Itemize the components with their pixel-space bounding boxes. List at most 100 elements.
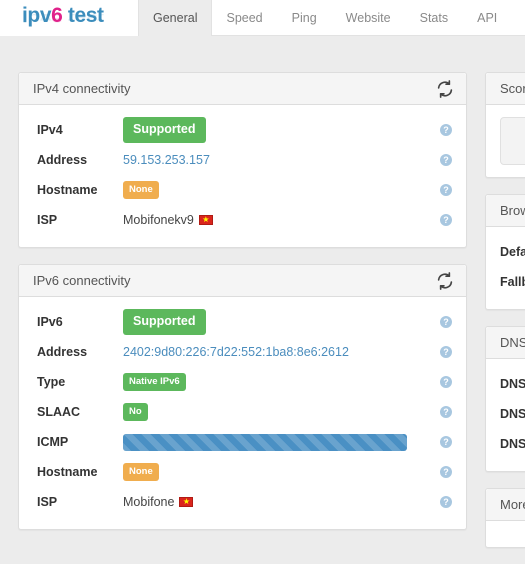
row-value: Mobifonekv9 <box>123 213 452 227</box>
tab-speed[interactable]: Speed <box>212 0 277 36</box>
browser-panel-header: Browser <box>486 195 525 227</box>
page-content: IPv4 connectivity IPv4 Supported ? Addre… <box>0 36 525 548</box>
row-label: Address <box>37 345 88 359</box>
vietnam-flag-icon <box>179 497 194 507</box>
refresh-icon[interactable] <box>436 272 454 290</box>
row-value <box>123 433 452 451</box>
row-label: Address <box>37 153 88 167</box>
score-panel: Score <box>485 72 525 178</box>
browser-panel: Browser Default Fallback <box>485 194 525 310</box>
row-dns-2: DNS <box>500 407 525 421</box>
row-ipv4-address: Address 59.153.253.157 ? <box>19 145 466 175</box>
row-value: No <box>123 403 452 421</box>
top-navbar: ipv6 test ipv6 test General Speed Ping W… <box>0 0 525 36</box>
more-panel: More <box>485 488 525 548</box>
score-panel-header: Score <box>486 73 525 105</box>
row-ipv6-slaac: SLAAC No ? <box>19 397 466 427</box>
browser-panel-body: Default Fallback <box>486 227 525 309</box>
logo-suffix: test <box>62 4 104 27</box>
score-panel-title: Score <box>500 81 525 96</box>
status-badge: Supported <box>123 309 206 335</box>
hostname-badge: None <box>123 463 159 481</box>
row-browser-fallback: Fallback <box>500 275 525 289</box>
ipv4-panel-header: IPv4 connectivity <box>19 73 466 105</box>
tab-api[interactable]: API <box>463 0 512 36</box>
ipv6-connectivity-panel: IPv6 connectivity IPv6 Supported ? Addre… <box>18 264 467 530</box>
ipv6-address-link[interactable]: 2402:9d80:226:7d22:552:1ba8:8e6:2612 <box>123 345 349 359</box>
status-badge: Supported <box>123 117 206 143</box>
row-value: 59.153.253.157 <box>123 153 452 167</box>
ipv4-panel-body: IPv4 Supported ? Address 59.153.253.157 … <box>19 105 466 247</box>
row-ipv6-status: IPv6 Supported ? <box>19 307 466 337</box>
help-icon[interactable]: ? <box>440 184 452 196</box>
row-value: Native IPv6 <box>123 373 452 391</box>
help-icon[interactable]: ? <box>440 466 452 478</box>
row-value: Supported <box>123 309 452 335</box>
row-ipv4-isp: ISP Mobifonekv9 ? <box>19 205 466 235</box>
row-value: Mobifone <box>123 495 452 509</box>
logo-text: ipv6 test <box>22 4 104 28</box>
help-icon[interactable]: ? <box>440 376 452 388</box>
browser-panel-title: Browser <box>500 203 525 218</box>
logo-prefix: ipv <box>22 4 52 27</box>
row-label: IPv6 <box>37 315 63 329</box>
row-value: None <box>123 463 452 481</box>
row-label: ISP <box>37 495 58 509</box>
help-icon[interactable]: ? <box>440 496 452 508</box>
help-icon[interactable]: ? <box>440 346 452 358</box>
row-label: Hostname <box>37 183 98 197</box>
row-label: ISP <box>37 213 58 227</box>
row-dns-1: DNS <box>500 377 525 391</box>
ipv4-connectivity-panel: IPv4 connectivity IPv4 Supported ? Addre… <box>18 72 467 248</box>
help-icon[interactable]: ? <box>440 316 452 328</box>
dns-panel-body: DNS DNS DNS <box>486 359 525 471</box>
logo-six: 6 <box>51 4 63 27</box>
icmp-progress-bar <box>123 433 407 451</box>
row-label: Type <box>37 375 66 389</box>
dns-panel-title: DNS <box>500 335 525 350</box>
row-ipv6-icmp: ICMP ? <box>19 427 466 457</box>
tab-general[interactable]: General <box>138 0 213 36</box>
isp-name: Mobifone <box>123 495 175 509</box>
row-ipv6-isp: ISP Mobifone ? <box>19 487 466 517</box>
vietnam-flag-icon <box>198 215 213 225</box>
ipv6-panel-title: IPv6 connectivity <box>33 273 131 288</box>
hostname-badge: None <box>123 181 159 199</box>
row-label: IPv4 <box>37 123 63 137</box>
nav-tabs: General Speed Ping Website Stats API <box>138 0 512 36</box>
tab-stats[interactable]: Stats <box>406 0 464 36</box>
help-icon[interactable]: ? <box>440 124 452 136</box>
row-browser-default: Default <box>500 245 525 259</box>
more-panel-title: More <box>500 497 525 512</box>
main-column: IPv4 connectivity IPv4 Supported ? Addre… <box>18 72 467 546</box>
tab-ping[interactable]: Ping <box>278 0 332 36</box>
dns-panel-header: DNS <box>486 327 525 359</box>
row-label: ICMP <box>37 435 69 449</box>
tab-website[interactable]: Website <box>332 0 406 36</box>
score-placeholder <box>500 117 525 165</box>
row-ipv4-hostname: Hostname None ? <box>19 175 466 205</box>
ipv6-panel-body: IPv6 Supported ? Address 2402:9d80:226:7… <box>19 297 466 529</box>
ipv4-panel-title: IPv4 connectivity <box>33 81 131 96</box>
more-panel-header: More <box>486 489 525 521</box>
help-icon[interactable]: ? <box>440 406 452 418</box>
row-ipv6-type: Type Native IPv6 ? <box>19 367 466 397</box>
help-icon[interactable]: ? <box>440 154 452 166</box>
row-value: 2402:9d80:226:7d22:552:1ba8:8e6:2612 <box>123 345 452 359</box>
score-panel-body <box>486 117 525 165</box>
sidebar-column: Score Browser Default Fallback DNS DNS D… <box>485 72 525 564</box>
isp-name: Mobifonekv9 <box>123 213 194 227</box>
site-logo[interactable]: ipv6 test ipv6 test <box>0 0 138 36</box>
row-label: Hostname <box>37 465 98 479</box>
row-label: SLAAC <box>37 405 81 419</box>
row-ipv4-status: IPv4 Supported ? <box>19 115 466 145</box>
icmp-progress-fill <box>123 433 407 451</box>
ipv4-address-link[interactable]: 59.153.253.157 <box>123 153 210 167</box>
row-dns-3: DNS <box>500 437 525 451</box>
type-badge: Native IPv6 <box>123 373 186 391</box>
row-value: Supported <box>123 117 452 143</box>
ipv6-panel-header: IPv6 connectivity <box>19 265 466 297</box>
help-icon[interactable]: ? <box>440 436 452 448</box>
refresh-icon[interactable] <box>436 80 454 98</box>
help-icon[interactable]: ? <box>440 214 452 226</box>
